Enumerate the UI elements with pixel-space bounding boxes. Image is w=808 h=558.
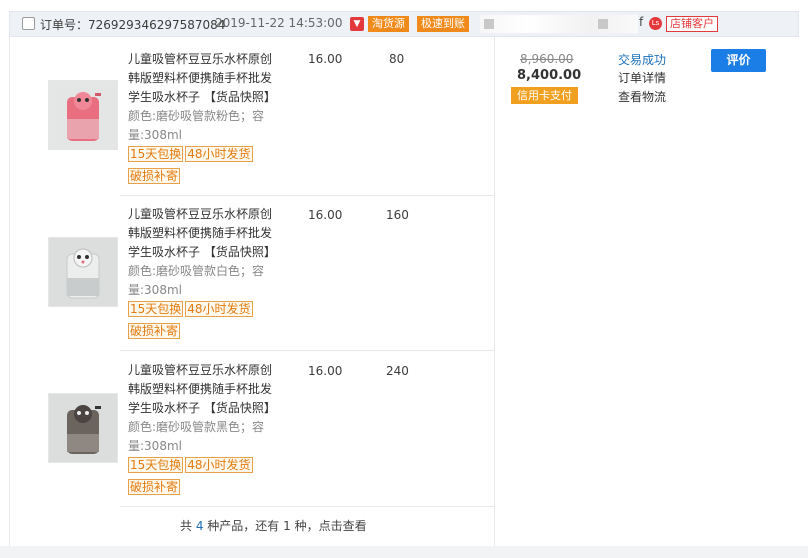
border-left [9,37,10,546]
original-total: 8,960.00 [520,52,574,66]
unit-price: 16.00 [308,208,343,222]
tag-damage-resend: 破损补寄 [128,479,181,495]
tag-48h-ship: 48小时发货 [185,301,253,317]
product-thumbnail[interactable] [48,80,118,150]
tag-48h-ship: 48小时发货 [185,146,253,162]
tag-damage-resend: 破损补寄 [128,168,181,184]
hidden-count: 1 [283,519,291,533]
seller-name-suffix: f [639,15,644,29]
page-bottom-band [0,546,808,558]
order-checkbox[interactable] [22,17,35,30]
product-name-link[interactable]: 儿童吸管杯豆豆乐水杯原创韩版塑料杯便携随手杯批发学生吸水杯子 【货品快照】 [128,50,280,107]
order-number: 订单号：726929346297587084 [40,18,226,32]
product-name-link[interactable]: 儿童吸管杯豆豆乐水杯原创韩版塑料杯便携随手杯批发学生吸水杯子 【货品快照】 [128,205,280,262]
paid-total: 8,400.00 [517,68,582,83]
tag-exchange: 15天包换 [128,146,184,162]
tag-exchange: 15天包换 [128,457,184,473]
product-thumbnail[interactable] [48,393,118,463]
tag-damage-resend: 破损补寄 [128,323,181,339]
column-divider [494,37,495,546]
payment-method-badge: 信用卡支付 [511,87,578,104]
tmall-shop-icon: ▼ [350,17,364,31]
order-header: 订单号：726929346297587084 2019-11-22 14:53:… [9,11,799,37]
fast-payout-badge: 极速到账 [417,16,469,32]
product-attributes: 颜色:磨砂吸管款粉色；容量:308ml [128,109,265,142]
footer-text: 共 [180,519,196,533]
order-time: 2019-11-22 14:53:00 [215,16,343,30]
seller-name-redacted [480,15,638,33]
footer-text: 种，点击查看 [290,519,367,533]
service-tags: 15天包换 48小时发货破损补寄 [128,454,280,498]
item-divider [120,350,494,351]
item-divider [120,506,494,507]
product-name-link[interactable]: 儿童吸管杯豆豆乐水杯原创韩版塑料杯便携随手杯批发学生吸水杯子 【货品快照】 [128,361,280,418]
seller-level-icon: Ls [649,17,662,30]
quantity: 80 [389,52,405,66]
order-detail-link[interactable]: 订单详情 [618,69,666,86]
view-logistics-link[interactable]: 查看物流 [618,88,666,105]
quantity: 240 [386,364,409,378]
service-tags: 15天包换 48小时发货破损补寄 [128,298,280,342]
item-divider [120,195,494,196]
product-attributes: 颜色:磨砂吸管款白色；容量:308ml [128,264,265,297]
product-thumbnail[interactable] [48,237,118,307]
service-tags: 15天包换 48小时发货破损补寄 [128,143,280,187]
quantity: 160 [386,208,409,222]
tag-exchange: 15天包换 [128,301,184,317]
rate-button[interactable]: 评价 [711,49,766,72]
unit-price: 16.00 [308,52,343,66]
taohuoyuan-badge: 淘货源 [368,16,409,32]
product-attributes: 颜色:磨砂吸管款黑色；容量:308ml [128,420,265,453]
more-products-link[interactable]: 共 4 种产品，还有 1 种，点击查看 [180,517,367,534]
trade-status: 交易成功 [618,53,667,67]
footer-text: 种产品，还有 [203,519,284,533]
store-customer-badge: 店铺客户 [666,16,718,32]
tag-48h-ship: 48小时发货 [185,457,253,473]
unit-price: 16.00 [308,364,343,378]
